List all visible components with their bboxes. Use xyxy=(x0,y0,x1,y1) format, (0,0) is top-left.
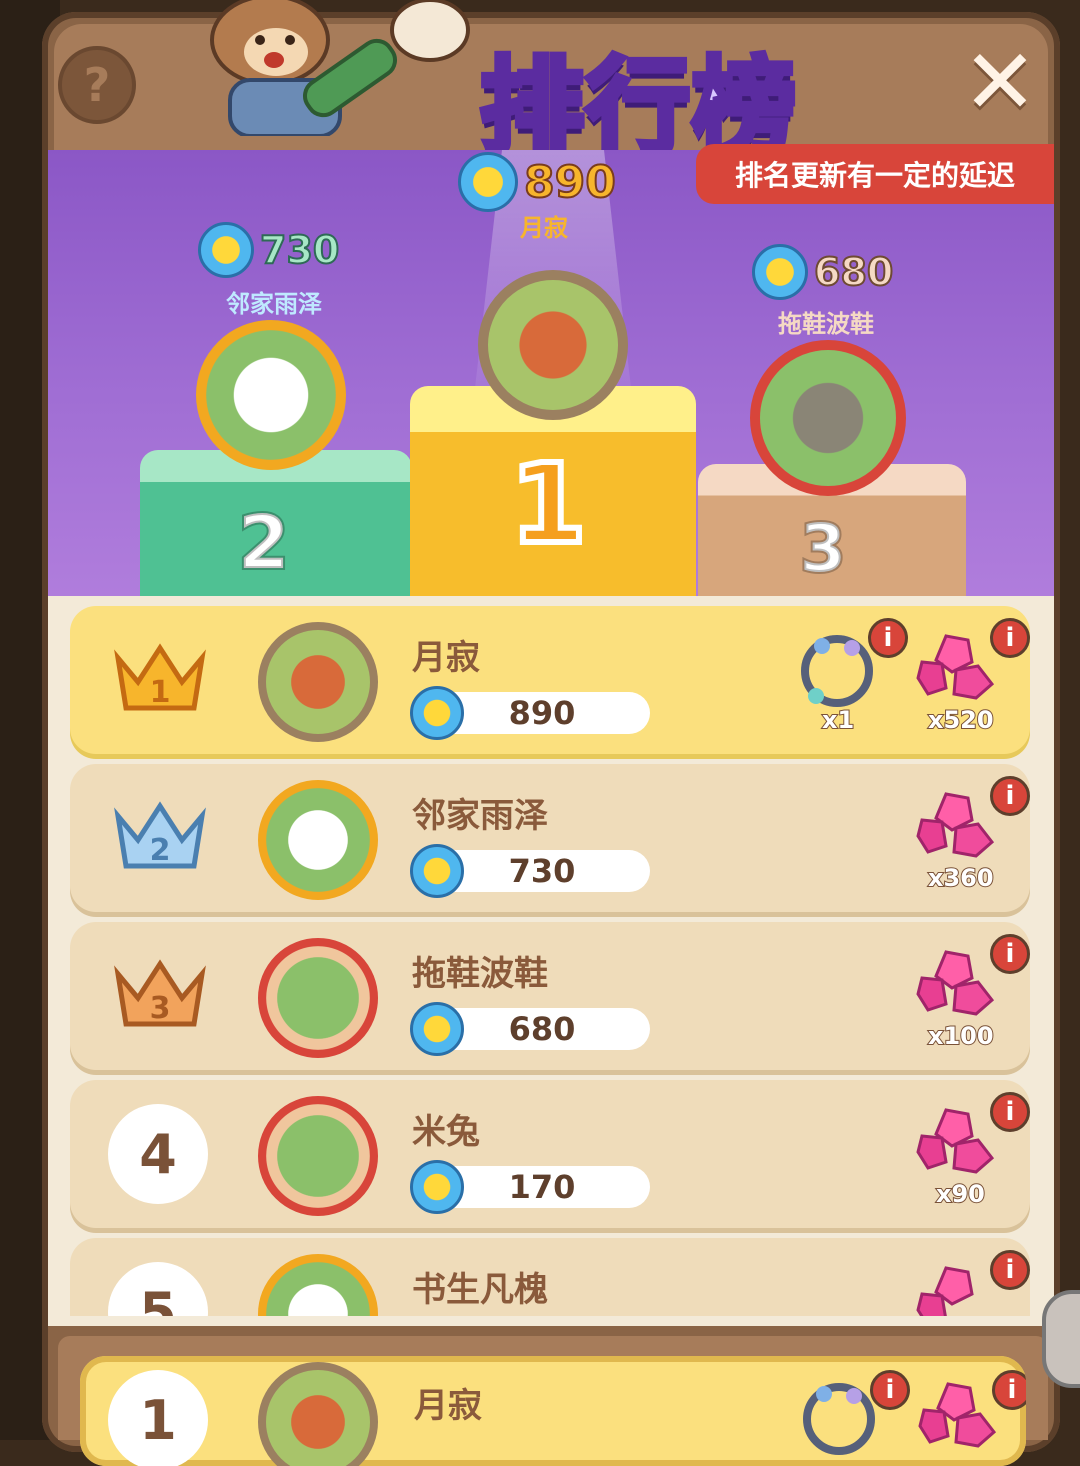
player-name: 月寂 xyxy=(412,638,480,678)
podium-third-score: 680 xyxy=(752,244,894,300)
table-row[interactable]: 4 米兔 170 i x90 xyxy=(70,1080,1030,1228)
flower-currency-icon xyxy=(752,244,808,300)
podium-second-avatar xyxy=(196,320,346,470)
player-score: 680 xyxy=(434,1008,650,1050)
info-button[interactable]: i xyxy=(990,934,1030,974)
table-row[interactable]: 3 拖鞋波鞋 680 i x100 xyxy=(70,922,1030,1070)
rank-number: 4 xyxy=(108,1104,208,1204)
podium-second-score: 730 xyxy=(198,222,340,278)
flower-currency-icon xyxy=(198,222,254,278)
podium-first-avatar xyxy=(478,270,628,420)
flower-currency-icon xyxy=(410,686,464,740)
player-score: 170 xyxy=(434,1166,650,1208)
pink-gem-icon[interactable] xyxy=(916,632,996,702)
update-delay-notice: 排名更新有一定的延迟 xyxy=(696,144,1054,204)
info-button[interactable]: i xyxy=(990,618,1030,658)
side-floating-button[interactable] xyxy=(1042,1290,1080,1388)
bronze-crown-icon: 3 xyxy=(114,959,206,1027)
avatar xyxy=(258,622,378,742)
svg-text:2: 2 xyxy=(150,833,171,868)
reward-count: x1 xyxy=(821,705,855,735)
player-score: 890 xyxy=(434,692,650,734)
flower-currency-icon xyxy=(410,1160,464,1214)
leaderboard-list[interactable]: 1 月寂 890 i x1 i x520 2 邻家雨泽 730 i x360 3… xyxy=(48,596,1054,1326)
pink-gem-icon[interactable] xyxy=(916,1106,996,1176)
player-name: 邻家雨泽 xyxy=(412,796,548,836)
info-button[interactable]: i xyxy=(868,618,908,658)
avatar xyxy=(258,1096,378,1216)
svg-text:1: 1 xyxy=(150,675,171,710)
gold-crown-icon: 1 xyxy=(114,643,206,711)
reward-count: x520 xyxy=(927,705,995,735)
player-name: 月寂 xyxy=(414,1386,482,1426)
flower-currency-icon xyxy=(410,844,464,898)
flower-currency-icon xyxy=(458,152,518,212)
podium-first-score: 890 xyxy=(458,152,617,212)
info-button[interactable]: i xyxy=(990,1092,1030,1132)
help-button[interactable]: ? xyxy=(58,46,136,124)
reward-count: x100 xyxy=(927,1021,995,1051)
info-button[interactable]: i xyxy=(870,1370,910,1410)
silver-crown-icon: 2 xyxy=(114,801,206,869)
podium-third-name: 拖鞋波鞋 xyxy=(778,310,874,338)
podium-first-name: 月寂 xyxy=(520,214,568,242)
info-button[interactable]: i xyxy=(990,1250,1030,1290)
svg-text:3: 3 xyxy=(150,991,171,1026)
info-button[interactable]: i xyxy=(990,776,1030,816)
info-button[interactable]: i xyxy=(992,1370,1026,1410)
reward-count: x360 xyxy=(927,863,995,893)
avatar xyxy=(258,1362,378,1466)
reward-count: x90 xyxy=(935,1179,986,1209)
player-name: 书生凡槐 xyxy=(412,1270,548,1310)
podium-second-rank: 2 xyxy=(236,498,291,588)
table-row[interactable]: 2 邻家雨泽 730 i x360 xyxy=(70,764,1030,912)
pink-gem-icon[interactable] xyxy=(916,948,996,1018)
flower-currency-icon xyxy=(410,1002,464,1056)
podium-third-avatar xyxy=(750,340,906,496)
pink-gem-icon[interactable] xyxy=(916,1264,996,1334)
pink-gem-icon[interactable] xyxy=(916,790,996,860)
avatar xyxy=(258,780,378,900)
player-score: 730 xyxy=(434,850,650,892)
monkey-mascot-icon xyxy=(210,0,470,136)
podium-third-rank: 3 xyxy=(798,508,848,589)
podium-first-rank: 1 xyxy=(507,437,590,571)
podium-second-name: 邻家雨泽 xyxy=(226,290,322,318)
avatar xyxy=(258,938,378,1058)
player-name: 米兔 xyxy=(412,1112,480,1152)
my-rank-row[interactable]: 1 月寂 i i xyxy=(80,1356,1026,1466)
player-name: 拖鞋波鞋 xyxy=(412,954,548,994)
rank-number: 1 xyxy=(108,1370,208,1466)
close-button[interactable]: ✕ xyxy=(958,30,1042,135)
table-row[interactable]: 1 月寂 890 i x1 i x520 xyxy=(70,606,1030,754)
